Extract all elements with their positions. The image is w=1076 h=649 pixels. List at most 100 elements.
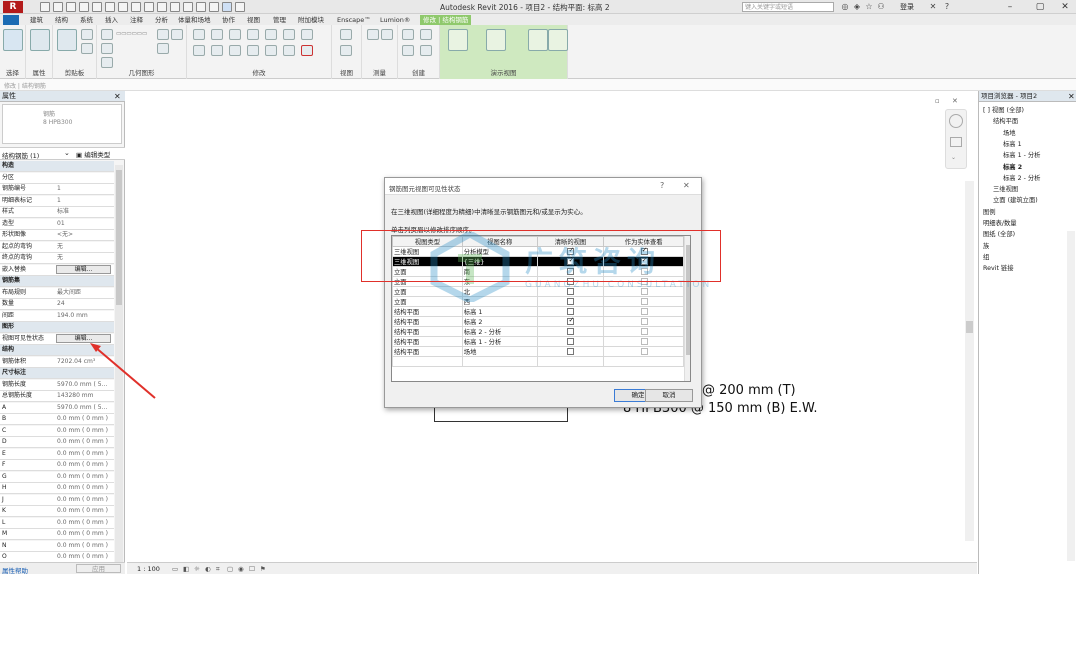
property-value[interactable]: 0.0 mm ( 0 mm ) <box>57 506 108 515</box>
property-row[interactable]: 起点的弯钩 无 <box>0 241 114 253</box>
split-gap-icon[interactable] <box>283 29 295 40</box>
property-value[interactable]: 0.0 mm ( 0 mm ) <box>57 529 108 538</box>
section-icon[interactable] <box>183 2 193 12</box>
property-value[interactable]: <无> <box>57 230 73 239</box>
tab-massing[interactable]: 体量和场地 <box>178 15 211 25</box>
property-row[interactable]: K 0.0 mm ( 0 mm ) <box>0 506 114 517</box>
close-view-icon[interactable]: ✕ <box>952 97 958 105</box>
property-value[interactable]: 0.0 mm ( 0 mm ) <box>57 495 108 504</box>
property-value[interactable]: 0.0 mm ( 0 mm ) <box>57 426 108 435</box>
aligned-dimension-icon[interactable] <box>381 29 393 40</box>
search-input[interactable]: 键入关键字或短语 <box>742 2 834 12</box>
paste-icon[interactable] <box>57 29 77 51</box>
detail-level-icon[interactable]: ▭ <box>172 563 178 575</box>
edit-type-button[interactable]: ▣ 编辑类型 <box>76 149 110 159</box>
browser-item[interactable]: 场地 <box>1003 128 1016 137</box>
property-row[interactable]: 视图可见性状态 编辑... <box>0 333 114 345</box>
browser-item[interactable]: 立面 (建筑立面) <box>993 195 1038 204</box>
property-category[interactable]: 结构 <box>0 345 114 356</box>
dimension-icon[interactable] <box>131 2 141 12</box>
sync-icon[interactable] <box>66 2 76 12</box>
reveal-hidden-icon[interactable]: ☐ <box>249 563 255 575</box>
tab-modify-rebar[interactable]: 修改 | 结构钢筋 <box>420 15 472 25</box>
property-value[interactable]: 194.0 mm <box>57 311 88 320</box>
clear-view-checkbox[interactable] <box>567 337 575 345</box>
table-row[interactable]: 结构平面 标高 2 - 分析 <box>392 326 684 337</box>
zoom-icon[interactable] <box>950 137 962 147</box>
clear-view-checkbox[interactable] <box>567 327 575 335</box>
property-edit-button[interactable]: 编辑... <box>56 264 111 274</box>
property-value[interactable]: 1 <box>57 196 61 205</box>
close-icon[interactable]: ✕ <box>1068 92 1075 101</box>
property-value[interactable]: 0.0 mm ( 0 mm ) <box>57 541 108 550</box>
property-row[interactable]: 造型 01 <box>0 218 114 230</box>
property-row[interactable]: 数量 24 <box>0 299 114 310</box>
help-icon[interactable]: ? <box>942 2 952 12</box>
property-value[interactable]: 0.0 mm ( 0 mm ) <box>57 472 108 481</box>
browser-item[interactable]: 图纸 (全部) <box>983 229 1015 238</box>
analytical-model-icon[interactable]: ⚑ <box>260 563 266 575</box>
property-value[interactable]: 01 <box>57 219 65 228</box>
browser-item[interactable]: 族 <box>983 241 989 250</box>
property-value[interactable]: 无 <box>57 242 63 251</box>
3d-view-icon[interactable] <box>170 2 180 12</box>
browser-item[interactable]: Revit 链接 <box>983 263 1014 272</box>
tab-analyze[interactable]: 分析 <box>155 15 168 25</box>
browser-item[interactable]: 三维视图 <box>993 184 1018 193</box>
property-row[interactable]: E 0.0 mm ( 0 mm ) <box>0 448 114 460</box>
property-row[interactable]: 嵌入替换 编辑... <box>0 264 114 276</box>
property-category[interactable]: 钢筋集 <box>0 276 114 287</box>
table-row[interactable]: 结构平面 标高 1 <box>392 306 684 317</box>
temporary-hide-icon[interactable]: ◉ <box>238 563 244 575</box>
create-assembly-icon[interactable] <box>402 29 414 40</box>
close-hidden-icon[interactable] <box>209 2 219 12</box>
property-category[interactable]: 图形 <box>0 322 114 333</box>
wall-joins-icon[interactable] <box>157 29 169 40</box>
user-icon[interactable]: ⚇ <box>876 2 886 12</box>
property-row[interactable]: M 0.0 mm ( 0 mm ) <box>0 529 114 540</box>
move-icon[interactable] <box>193 45 205 56</box>
property-row[interactable]: F 0.0 mm ( 0 mm ) <box>0 460 114 471</box>
open-icon[interactable] <box>40 2 50 12</box>
scale-icon[interactable] <box>283 45 295 56</box>
tab-addins[interactable]: 附加模块 <box>298 15 324 25</box>
clear-view-checkbox[interactable] <box>567 347 575 355</box>
show-all-icon[interactable] <box>448 29 468 51</box>
show-crop-icon[interactable]: ▢ <box>227 563 233 575</box>
property-edit-button[interactable]: 编辑... <box>56 333 111 343</box>
property-value[interactable]: 0.0 mm ( 0 mm ) <box>57 437 108 446</box>
close-window-button[interactable]: ✕ <box>1055 1 1075 13</box>
help-icon[interactable]: ? <box>660 181 664 190</box>
property-row[interactable]: L 0.0 mm ( 0 mm ) <box>0 517 114 529</box>
switch-windows-icon[interactable] <box>222 2 232 12</box>
modify-cursor-icon[interactable] <box>3 29 23 51</box>
property-row[interactable]: 样式 标准 <box>0 207 114 218</box>
text-icon[interactable] <box>157 2 167 12</box>
undo-icon[interactable] <box>79 2 89 12</box>
property-value[interactable]: 标准 <box>57 207 69 216</box>
scale-label[interactable]: 1 : 100 <box>137 563 160 575</box>
create-parts-icon[interactable] <box>420 29 432 40</box>
table-row[interactable]: 结构平面 标高 2 <box>392 316 684 327</box>
crop-icon[interactable]: ⌗ <box>216 563 220 575</box>
browser-item[interactable]: 标高 1 - 分析 <box>1003 150 1040 159</box>
browser-item[interactable]: 标高 2 - 分析 <box>1003 173 1040 182</box>
override-graphics-icon[interactable] <box>340 45 352 56</box>
view-as-solid-checkbox[interactable] <box>640 327 648 335</box>
mirror-draw-icon[interactable] <box>247 29 259 40</box>
redo-icon[interactable] <box>92 2 102 12</box>
property-row[interactable]: G 0.0 mm ( 0 mm ) <box>0 471 114 483</box>
property-value[interactable]: 无 <box>57 253 63 262</box>
paint-icon[interactable] <box>157 43 169 54</box>
print-icon[interactable] <box>105 2 115 12</box>
browser-item[interactable]: 结构平面 <box>993 116 1018 125</box>
property-value[interactable]: 最大间距 <box>57 288 81 297</box>
cut-geometry-icon[interactable] <box>101 43 113 54</box>
delete-icon[interactable] <box>301 45 313 56</box>
hide-in-view-icon[interactable] <box>340 29 352 40</box>
property-row[interactable]: H 0.0 mm ( 0 mm ) <box>0 483 114 494</box>
property-row[interactable]: A 5970.0 mm ( 5... <box>0 402 114 414</box>
navigation-bar[interactable]: ⌄ <box>945 109 967 169</box>
customize-qat-icon[interactable] <box>235 2 245 12</box>
property-row[interactable]: 分区 <box>0 172 114 184</box>
